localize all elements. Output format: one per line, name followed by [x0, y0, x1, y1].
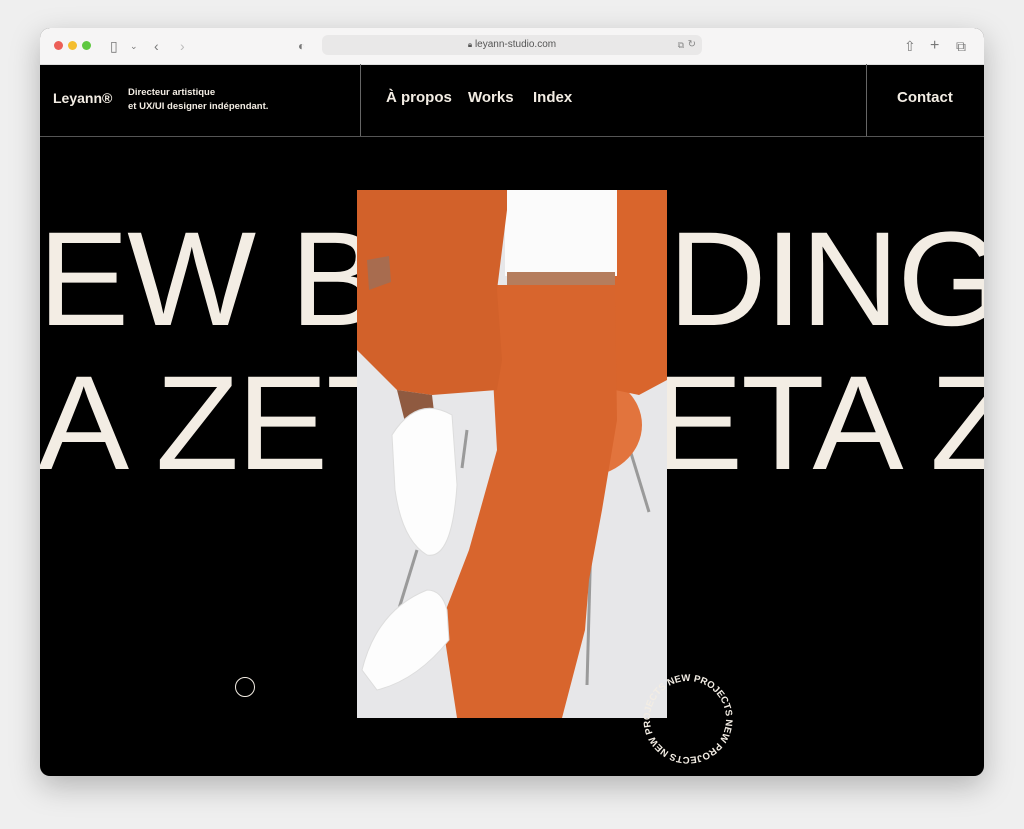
divider — [866, 64, 867, 136]
marquee-text: DING — [668, 205, 984, 354]
nav-item-works[interactable]: Works — [468, 89, 514, 106]
new-projects-badge[interactable]: NEW PROJECTS NEW PROJECTS NEW PROJECTS — [638, 669, 738, 769]
lock-icon: 🔒︎ — [467, 40, 473, 49]
badge-text: NEW PROJECTS NEW PROJECTS NEW PROJECTS — [638, 669, 738, 769]
tagline-line: Directeur artistique — [128, 87, 216, 98]
hero-photo — [357, 190, 667, 718]
tagline: Directeur artistique et UX/UI designer i… — [128, 86, 268, 114]
back-icon[interactable]: ‹ — [154, 36, 159, 56]
share-icon[interactable]: ⇧ — [904, 36, 916, 56]
shield-icon[interactable]: ◐ — [298, 36, 305, 56]
site-header: Leyann® Directeur artistique et UX/UI de… — [40, 64, 984, 137]
chevron-down-icon[interactable]: ⌄ — [130, 36, 138, 56]
translate-icon[interactable]: ⧉ — [678, 35, 684, 55]
maximize-button[interactable] — [82, 41, 91, 50]
browser-toolbar: ▯ ⌄ ‹ › ◐ 🔒︎ leyann-studio.com ⧉ ↻ ⇧ + ⧉ — [40, 28, 984, 65]
tabs-icon[interactable]: ⧉ — [956, 36, 966, 56]
reload-icon[interactable]: ↻ — [688, 35, 696, 55]
address-bar[interactable]: 🔒︎ leyann-studio.com ⧉ ↻ — [322, 35, 702, 55]
svg-text:NEW PROJECTS NEW PROJECTS NEW: NEW PROJECTS NEW PROJECTS NEW PROJECTS — [638, 669, 738, 769]
new-tab-icon[interactable]: + — [930, 36, 939, 56]
logo[interactable]: Leyann® — [53, 90, 112, 106]
hero: EW B DING A ZET ETA Z NEW PROJECTS NEW P… — [40, 137, 984, 776]
marquee-text: A ZET — [40, 349, 410, 498]
minimize-button[interactable] — [68, 41, 77, 50]
url-text: leyann-studio.com — [474, 39, 557, 50]
divider — [360, 64, 361, 136]
marquee-text: EW B — [40, 205, 381, 354]
cursor-circle — [235, 677, 255, 697]
nav-contact[interactable]: Contact — [897, 89, 953, 106]
tagline-line: et UX/UI designer indépendant. — [128, 101, 269, 112]
close-button[interactable] — [54, 41, 63, 50]
marquee-text: ETA Z — [652, 349, 984, 498]
nav-item-index[interactable]: Index — [533, 89, 572, 106]
sidebar-icon[interactable]: ▯ — [110, 36, 118, 56]
browser-window: ▯ ⌄ ‹ › ◐ 🔒︎ leyann-studio.com ⧉ ↻ ⇧ + ⧉… — [40, 28, 984, 776]
forward-icon[interactable]: › — [180, 36, 185, 56]
nav-item-a-propos[interactable]: À propos — [386, 89, 452, 106]
